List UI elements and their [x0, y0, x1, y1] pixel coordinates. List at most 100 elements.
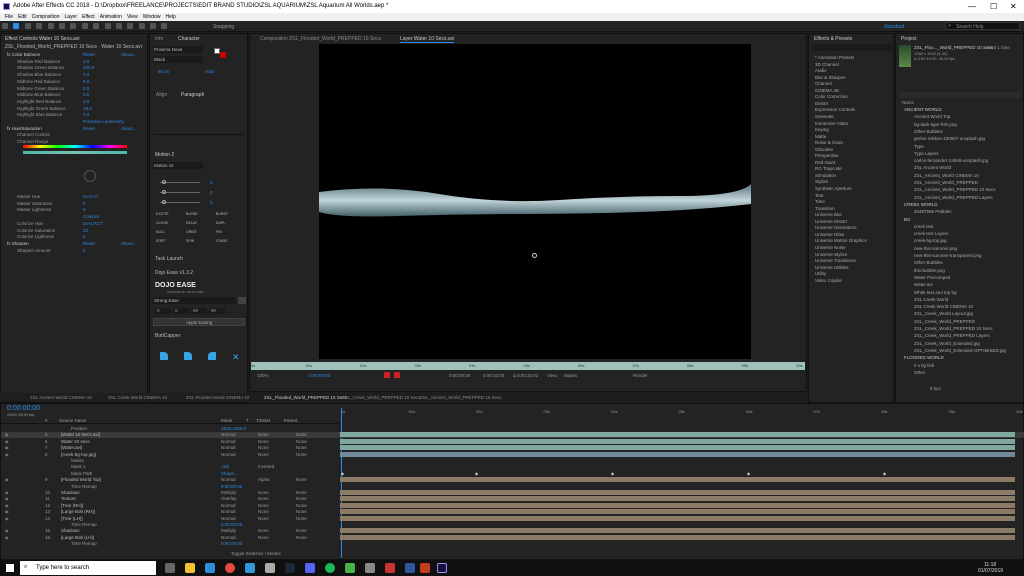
timeline-layer-row[interactable]: ◉ 14 [Tree (LH)] Normal None None: [1, 515, 1024, 522]
dojo-ease-value-field[interactable]: 90: [209, 308, 225, 314]
workspace-standard[interactable]: Standard: [884, 24, 904, 30]
project-item[interactable]: ZSL_Creek_World_Extended-OPTIMISED.jpg: [914, 348, 1006, 353]
menu-layer[interactable]: Layer: [64, 14, 77, 20]
visibility-eye-icon[interactable]: ◉: [5, 477, 9, 482]
layer-trkmat-select[interactable]: None: [258, 439, 269, 444]
timeline-property-row[interactable]: Mask Path Shape... ◆ ◆ ◆ ◆ ◆: [1, 471, 1024, 477]
timeline-ruler[interactable]: 0s 01s 02s 03s 04s 05s 06s 07s 08s 09s 10s: [339, 408, 1022, 416]
effects-category-item[interactable]: 3D Channel: [815, 62, 839, 67]
type-tool-icon[interactable]: [104, 23, 111, 29]
timeline-property-row[interactable]: Masks: [1, 458, 1024, 464]
layer-time-ruler[interactable]: 0s 01s 02s 03s 04s 05s 06s 07s 08s 09s 10s: [251, 362, 805, 370]
menu-edit[interactable]: Edit: [18, 14, 27, 20]
character-tab[interactable]: Character: [178, 36, 200, 42]
timeline-property-row[interactable]: Time Remap 0:00:00:00: [1, 484, 1024, 490]
effect-param-value[interactable]: 0.0: [83, 72, 89, 77]
effect-controls-tab[interactable]: Effect Controls Water 10 Secs.avi: [5, 36, 79, 42]
layer-mode-select[interactable]: 0:00:00:00: [221, 522, 242, 527]
align-tab[interactable]: Align: [156, 92, 167, 98]
project-item[interactable]: ZSL_Creek_World Layout.jpg: [914, 311, 973, 316]
layer-duration-bar[interactable]: [340, 445, 1015, 451]
effects-category-item[interactable]: Red Giant: [815, 160, 835, 165]
timeline-layer-row[interactable]: ◉ 10 Shadows Multiply None None: [1, 490, 1024, 496]
red-marker-icon[interactable]: [384, 372, 390, 378]
effects-category-item[interactable]: Matte: [815, 134, 826, 139]
effects-category-item[interactable]: Synthetic Aperture: [815, 186, 852, 191]
motion-slider-value[interactable]: 0: [210, 200, 213, 205]
timeline-layer-row[interactable]: ◉ 7 [Water.avi] Normal None None: [1, 445, 1024, 451]
acrobat-icon[interactable]: [385, 563, 395, 573]
layer-name[interactable]: Texture: [61, 496, 76, 501]
layer-duration-bar[interactable]: [340, 477, 1015, 483]
project-item[interactable]: 2 x tig fish: [914, 363, 934, 368]
layer-trkmat-select[interactable]: None: [258, 432, 269, 437]
effect-param-value[interactable]: 18.0: [83, 106, 92, 111]
settings-icon[interactable]: [265, 563, 275, 573]
layer-mode-select[interactable]: Normal: [221, 477, 236, 482]
motion-slider-handle[interactable]: [162, 200, 166, 204]
motion-sort-button[interactable]: SORT: [156, 239, 166, 243]
motion-slider-handle[interactable]: [162, 190, 166, 194]
layer-mode-select[interactable]: 0:00:00:00: [221, 484, 242, 489]
comp-tab[interactable]: ZSL Flooded World CINEMA 10: [186, 395, 249, 400]
motion-pin-button[interactable]: PIN: [216, 230, 222, 234]
effects-category-item[interactable]: Perspective: [815, 153, 839, 158]
layer-name[interactable]: Time Remap: [71, 541, 97, 546]
effects-category-item[interactable]: Immersive Video: [815, 121, 848, 126]
effects-category-item[interactable]: Universe Transitions: [815, 258, 856, 263]
project-item[interactable]: ZSL_Creek_World_Extended.jpg: [914, 341, 980, 346]
project-item[interactable]: gerlov-mikkes-100907-unsplash.jpg: [914, 136, 985, 141]
comp-tab[interactable]: ZSL_Ancient_World_PREPPED 10 Secs: [420, 395, 501, 400]
effects-category-item[interactable]: * Animation Presets: [815, 55, 854, 60]
anchor-point-icon[interactable]: [532, 253, 537, 258]
layer-duration-bar[interactable]: [340, 490, 1015, 495]
effects-category-item[interactable]: Noise & Grain: [815, 140, 843, 145]
effect-param-value[interactable]: 0.0: [83, 86, 89, 91]
effects-category-item[interactable]: Distort: [815, 101, 828, 106]
menu-window[interactable]: Window: [143, 14, 161, 20]
visibility-eye-icon[interactable]: ◉: [5, 503, 9, 508]
project-folder-item[interactable]: FLOODED WORLD: [904, 355, 944, 360]
master-hue-dial[interactable]: [84, 170, 96, 182]
zoom-tool-icon[interactable]: [36, 23, 43, 29]
project-item[interactable]: new-this-summer-transparent.png: [914, 253, 982, 258]
layer-name[interactable]: [Tree (RH)]: [61, 503, 83, 508]
layer-parent-select[interactable]: None: [296, 477, 307, 482]
effects-category-item[interactable]: Time: [815, 199, 825, 204]
layer-parent-select[interactable]: None: [296, 445, 307, 450]
motion-orbit-button[interactable]: ORBIT: [186, 230, 197, 234]
menu-effect[interactable]: Effect: [82, 14, 95, 20]
effects-category-item[interactable]: Universe Glow: [815, 232, 844, 237]
project-item[interactable]: ZSL_Creek_World_PREPPED 10 Secs: [914, 326, 992, 331]
hand-tool-icon[interactable]: [24, 23, 31, 29]
layer-name[interactable]: Shadows: [61, 490, 80, 495]
project-item[interactable]: creek-bg-top.jpg: [914, 238, 947, 243]
layer-name[interactable]: Time Remap: [71, 522, 97, 527]
rotate-tool-icon[interactable]: [47, 23, 54, 29]
effect-param-value[interactable]: 22: [83, 228, 88, 233]
font-style-select[interactable]: Black: [153, 56, 203, 63]
view-masks-select[interactable]: Masks: [564, 373, 577, 378]
motion-null-button[interactable]: NULL: [156, 230, 165, 234]
layer-parent-select[interactable]: None: [296, 528, 307, 533]
project-folder-item[interactable]: ANCIENT WORLD: [904, 107, 942, 112]
layer-mode-select[interactable]: 1920,1080,0: [221, 426, 246, 431]
layer-duration-bar[interactable]: [340, 496, 1015, 502]
project-col-name[interactable]: Name: [902, 100, 914, 105]
layer-name[interactable]: [Water 10 Secs.avi]: [61, 432, 100, 437]
rectangle-tool-icon[interactable]: [81, 23, 88, 29]
keyframe-icon[interactable]: ◆: [475, 471, 478, 476]
visibility-eye-icon[interactable]: ◉: [5, 452, 9, 457]
layer-parent-select[interactable]: None: [296, 503, 307, 508]
layer-name[interactable]: Mask 1: [71, 464, 86, 469]
layer-parent-select[interactable]: None: [296, 496, 307, 501]
layer-parent-select[interactable]: None: [296, 432, 307, 437]
project-item[interactable]: ZSL_Ancient_World_PREPPED 10 Secs: [914, 187, 995, 192]
effects-category-item[interactable]: Universe Stylize: [815, 252, 847, 257]
layer-trkmat-select[interactable]: Alpha: [258, 477, 270, 482]
word-icon[interactable]: [405, 563, 415, 573]
timeline-layer-row[interactable]: ◉ 11 Texture Overlay None None: [1, 496, 1024, 502]
keyframe-icon[interactable]: ◆: [341, 471, 344, 476]
project-item[interactable]: ZSL Ancient World: [914, 165, 951, 170]
layer-name[interactable]: [creek-bg-top.jpg]: [61, 452, 96, 457]
